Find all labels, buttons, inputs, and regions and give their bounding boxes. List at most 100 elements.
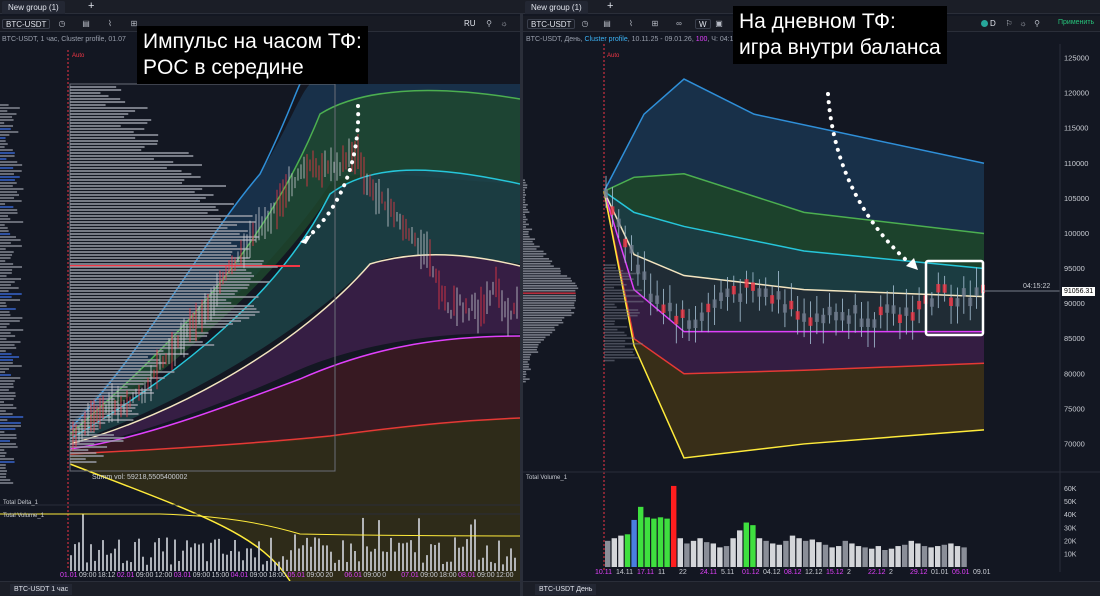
- mini-profile-row: [0, 296, 12, 298]
- volume-bar: [138, 538, 140, 571]
- settings-icon[interactable]: ☼: [498, 19, 510, 28]
- profile-row: [70, 167, 167, 169]
- profile-row: [523, 191, 525, 194]
- mini-profile-row: [0, 131, 19, 133]
- apply-button[interactable]: Применить: [1058, 19, 1094, 26]
- mini-profile-row: [0, 371, 6, 373]
- mini-profile-row: [0, 182, 17, 184]
- profile-row-inner: [604, 300, 644, 303]
- volume-bar: [730, 538, 736, 567]
- volume-tick-label: 30K: [1064, 525, 1077, 532]
- profile-row: [70, 299, 227, 301]
- mini-profile-row: [0, 104, 9, 106]
- mini-profile-row: [0, 368, 9, 370]
- volume-bar: [358, 561, 360, 571]
- candle-body: [616, 218, 621, 228]
- candle-body: [699, 312, 704, 321]
- mini-profile-row: [0, 434, 17, 436]
- volume-bar: [849, 543, 855, 567]
- x-tick-label: 03.01: [173, 572, 192, 579]
- profile-row: [70, 272, 252, 274]
- add-tab-icon[interactable]: +: [88, 0, 94, 12]
- chart-type-icon[interactable]: ⌇: [104, 19, 116, 28]
- clock-icon[interactable]: ◷: [56, 19, 68, 28]
- lock-icon-right[interactable]: ⚲: [1031, 19, 1043, 28]
- x-tick-label: 05.01: [952, 569, 970, 576]
- x-tick-label: 18:00: [268, 572, 287, 579]
- volume-bar: [230, 550, 232, 571]
- mini-profile-row: [0, 179, 15, 181]
- mini-profile-row: [0, 260, 6, 262]
- profile-row: [70, 218, 221, 220]
- volume-bar: [737, 530, 743, 567]
- add-tab-icon-right[interactable]: +: [607, 0, 613, 12]
- layout-icon[interactable]: ▣: [713, 19, 725, 28]
- timeframe-button[interactable]: W: [695, 19, 711, 29]
- d-toggle[interactable]: D: [990, 19, 996, 28]
- volume-bar: [98, 549, 100, 571]
- mini-profile-row: [0, 137, 6, 139]
- volume-bars-right: [605, 485, 967, 567]
- profile-row: [70, 305, 254, 307]
- volume-bar: [690, 540, 697, 567]
- candle-body: [821, 314, 826, 324]
- mini-profile-row: [0, 155, 15, 157]
- bottom-tab-left[interactable]: BTC-USDT 1 час: [10, 584, 73, 595]
- clock-icon-right[interactable]: ◷: [579, 19, 591, 28]
- volume-bar: [142, 556, 144, 571]
- profile-row: [70, 146, 145, 148]
- volume-bar: [266, 560, 268, 571]
- volume-bar: [314, 537, 316, 571]
- profile-row: [523, 356, 530, 358]
- language-selector[interactable]: RU: [464, 19, 476, 28]
- volume-bar: [763, 540, 769, 567]
- profile-row: [523, 368, 531, 371]
- profile-row: [523, 336, 546, 339]
- profile-row-inner: [604, 337, 635, 339]
- profile-row: [70, 443, 95, 445]
- profile-row: [523, 262, 551, 265]
- tab-group-right[interactable]: New group (1): [525, 1, 588, 14]
- mini-profile-row: [0, 428, 16, 430]
- left-chart-info: BTC-USDT, 1 час, Cluster profile, 01.07: [2, 36, 126, 43]
- tab-group-left[interactable]: New group (1): [2, 1, 65, 14]
- chart-type-icon-right[interactable]: ⌇: [625, 19, 637, 28]
- symbol-selector-right[interactable]: BTC-USDT: [527, 19, 576, 29]
- symbol-selector[interactable]: BTC-USDT: [2, 19, 51, 29]
- mini-profile-row: [0, 140, 6, 142]
- mini-profile-row: [0, 317, 23, 319]
- volume-bar: [941, 544, 947, 567]
- candle-body: [712, 299, 717, 308]
- left-hourly-chart[interactable]: [0, 44, 520, 581]
- volume-bar: [704, 542, 710, 567]
- indicators-icon-right[interactable]: ⊞: [649, 19, 661, 28]
- mini-profile-row: [0, 128, 11, 130]
- profile-row: [523, 206, 527, 209]
- x-tick-label: 07.01: [401, 572, 419, 579]
- profile-row: [70, 290, 238, 292]
- right-daily-chart[interactable]: 125000 120000 115000 110000 105000 100000 9500…: [523, 44, 1100, 581]
- calendar-icon[interactable]: ▤: [80, 19, 92, 28]
- pointer-icon[interactable]: ⚐: [1003, 19, 1015, 28]
- profile-row: [523, 255, 544, 258]
- profile-row: [70, 143, 158, 145]
- volume-bar: [170, 564, 172, 571]
- mini-profile-row: [0, 413, 13, 415]
- volume-bar: [290, 550, 292, 571]
- volume-bar: [928, 547, 934, 567]
- volume-bar: [326, 545, 328, 571]
- candle-body: [865, 318, 870, 327]
- calendar-icon-right[interactable]: ▤: [601, 19, 613, 28]
- profile-row-inner: [604, 328, 618, 331]
- volume-bar: [174, 539, 176, 571]
- settings-icon-right[interactable]: ☼: [1017, 19, 1029, 28]
- lock-icon[interactable]: ⚲: [483, 19, 495, 28]
- link-icon[interactable]: ∞: [673, 19, 685, 28]
- mini-profile-row: [0, 161, 18, 163]
- volume-bar: [514, 557, 516, 571]
- bar-timer: 04:15:22: [1023, 283, 1051, 290]
- bottom-tab-right[interactable]: BTC-USDT День: [535, 584, 597, 595]
- mini-profile-row: [0, 404, 14, 406]
- volume-bar: [770, 543, 776, 567]
- volume-bar: [717, 547, 723, 567]
